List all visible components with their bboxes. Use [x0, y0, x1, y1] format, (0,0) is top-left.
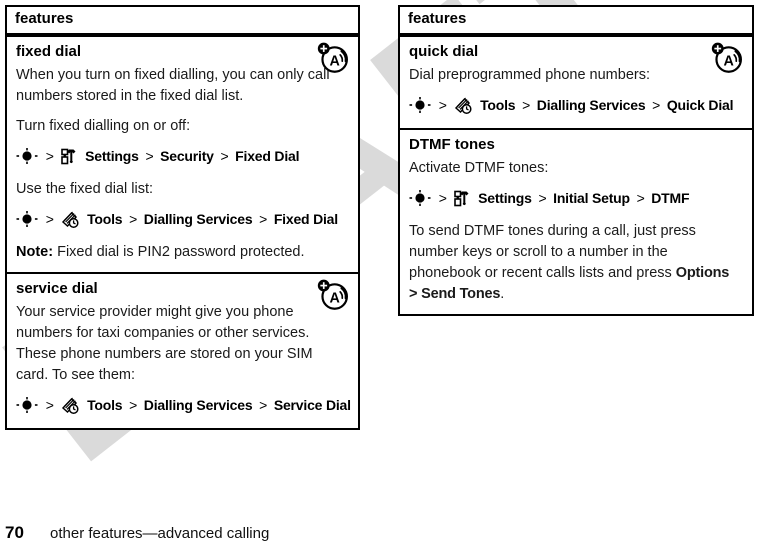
path-separator: >	[45, 211, 54, 227]
path-item: Initial Setup	[553, 190, 630, 206]
paragraph-with-commands: To send DTMF tones during a call, just p…	[409, 221, 743, 305]
manual-page: features A fixed dial When you turn on f…	[0, 0, 759, 547]
path-item: Fixed Dial	[273, 211, 338, 227]
network-feature-icon: A	[317, 42, 348, 73]
note-paragraph: Note: Fixed dial is PIN2 password protec…	[16, 242, 349, 263]
path-item: Service Dial	[273, 397, 351, 413]
path-item: Settings	[478, 190, 532, 206]
svg-text:A: A	[724, 53, 734, 69]
section-title: DTMF tones	[409, 136, 495, 153]
paragraph: When you turn on fixed dialling, you can…	[16, 67, 330, 104]
center-select-key-icon	[16, 397, 38, 418]
page-footer: 70 other features—advanced calling	[5, 523, 745, 545]
section-title: fixed dial	[16, 43, 82, 60]
svg-text:A: A	[330, 53, 340, 69]
settings-icon	[454, 190, 471, 212]
path-separator: >	[129, 211, 138, 227]
paragraph: Turn fixed dialling on or off:	[16, 118, 191, 134]
command-send-tones: Send Tones	[421, 286, 501, 302]
path-item: Dialling Services	[143, 211, 253, 227]
svg-text:A: A	[330, 290, 340, 306]
note-label: Note:	[16, 244, 54, 260]
path-item: Fixed Dial	[235, 148, 300, 164]
path-separator: >	[145, 148, 154, 164]
section-service-dial: A service dial Your service provider mig…	[7, 272, 358, 428]
right-column: features A quick dial Dial preprogrammed…	[398, 5, 754, 316]
section-quick-dial: A quick dial Dial preprogrammed phone nu…	[400, 37, 752, 128]
path-separator: >	[45, 148, 54, 164]
tools-icon	[61, 397, 80, 419]
features-table-right: features A quick dial Dial preprogrammed…	[398, 5, 754, 316]
center-select-key-icon	[409, 190, 431, 211]
note-text: Fixed dial is PIN2 password protected.	[53, 244, 305, 260]
path-item: Tools	[87, 397, 123, 413]
path-item: Tools	[480, 97, 516, 113]
table-header-left: features	[7, 7, 358, 37]
page-number: 70	[5, 523, 24, 542]
section-title: service dial	[16, 280, 98, 297]
path-separator: >	[522, 97, 531, 113]
center-select-key-icon	[16, 148, 38, 169]
path-item: Dialling Services	[143, 397, 253, 413]
path-separator: >	[129, 397, 138, 413]
menu-path: > Tools > Dialling Services	[409, 95, 743, 119]
path-separator: >	[636, 190, 645, 206]
paragraph-post-text: .	[500, 286, 505, 302]
paragraph: Activate DTMF tones:	[409, 160, 549, 176]
center-select-key-icon	[16, 211, 38, 232]
path-item: Settings	[85, 148, 139, 164]
command-separator: >	[409, 286, 422, 302]
path-separator: >	[438, 190, 447, 206]
menu-path: > Settings > Initial Setup > DTMF	[409, 188, 743, 212]
path-item: Quick Dial	[666, 97, 734, 113]
menu-path: > Settings > Security > Fixed Dial	[16, 146, 349, 170]
menu-path: > Tools > Dialling Services	[16, 395, 351, 419]
table-header-right: features	[400, 7, 752, 37]
path-item: Tools	[87, 211, 123, 227]
tools-icon	[454, 97, 473, 119]
path-separator: >	[259, 211, 268, 227]
path-separator: >	[45, 397, 54, 413]
path-separator: >	[220, 148, 229, 164]
section-dtmf-tones: DTMF tones Activate DTMF tones: > Settin…	[400, 128, 752, 314]
paragraph-pre-text: To send DTMF tones during a call, just p…	[409, 223, 696, 281]
path-separator: >	[652, 97, 661, 113]
features-table-left: features A fixed dial When you turn on f…	[5, 5, 360, 430]
path-item: DTMF	[651, 190, 690, 206]
left-column: features A fixed dial When you turn on f…	[5, 5, 360, 430]
path-separator: >	[259, 397, 268, 413]
tools-icon	[61, 211, 80, 233]
path-item: Security	[160, 148, 214, 164]
paragraph: Dial preprogrammed phone numbers:	[409, 67, 650, 83]
path-separator: >	[438, 97, 447, 113]
network-feature-icon: A	[317, 279, 348, 310]
network-feature-icon: A	[711, 42, 742, 73]
section-fixed-dial: A fixed dial When you turn on fixed dial…	[7, 37, 358, 272]
paragraph: Use the fixed dial list:	[16, 181, 154, 197]
command-options: Options	[675, 265, 730, 281]
path-item: Dialling Services	[536, 97, 646, 113]
menu-path: > Tools > Dialling Services	[16, 209, 349, 233]
paragraph: Your service provider might give you pho…	[16, 304, 313, 383]
settings-icon	[61, 148, 78, 170]
path-separator: >	[538, 190, 547, 206]
section-title: quick dial	[409, 43, 479, 60]
center-select-key-icon	[409, 97, 431, 118]
footer-title: other features—advanced calling	[50, 525, 270, 542]
